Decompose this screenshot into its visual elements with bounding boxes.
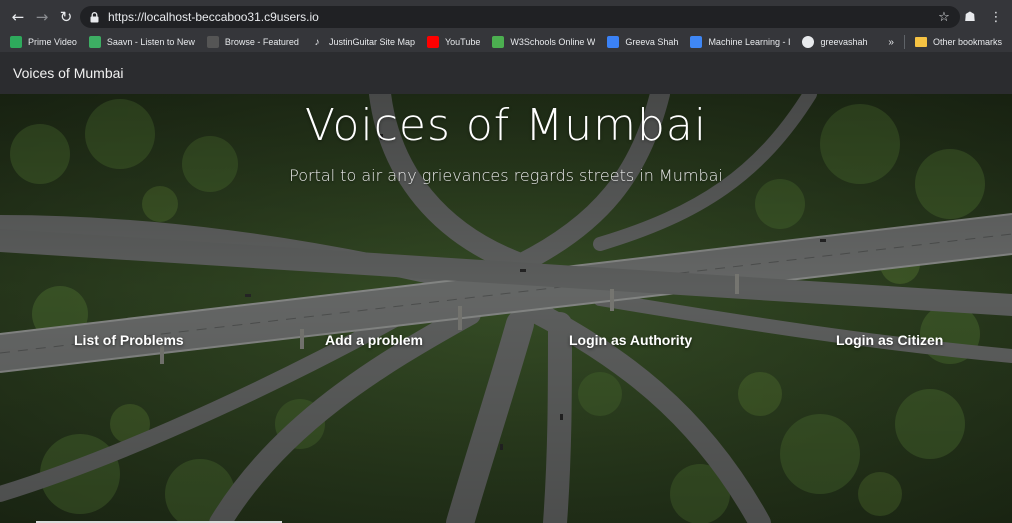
coursera-icon — [690, 36, 703, 48]
menu-dots-icon[interactable]: ⋮ — [988, 10, 1004, 25]
bookmark-label: YouTube — [444, 37, 481, 47]
justinguitar-icon: ♪ — [314, 36, 320, 48]
bookmark-label: Saavn - Listen to New — [106, 37, 195, 47]
highway-interchange-background — [0, 94, 1012, 523]
add-a-problem-link[interactable]: Add a problem — [325, 332, 423, 348]
bookmark-item[interactable]: Browse - Featured — [206, 36, 299, 48]
bookmark-item[interactable]: Saavn - Listen to New — [88, 36, 195, 48]
browse-icon — [206, 36, 219, 48]
bookmark-star-icon[interactable]: ☆ — [936, 10, 952, 25]
bookmark-label: Greeva Shah — [625, 37, 679, 47]
app-navbar: Voices of Mumbai — [0, 52, 1012, 94]
other-bookmarks[interactable]: Other bookmarks — [933, 37, 1002, 47]
forward-icon[interactable]: → — [30, 5, 54, 29]
bookmarks-overflow-icon[interactable]: » — [888, 37, 894, 48]
prime-video-icon — [10, 36, 22, 48]
bookmark-label: Machine Learning - I — [708, 37, 791, 47]
youtube-icon — [426, 36, 439, 48]
browser-chrome: ← → ↻ https://localhost-beccaboo31.c9use… — [0, 0, 1012, 52]
bookmark-label: Prime Video — [28, 37, 77, 47]
bookmark-item[interactable]: YouTube — [426, 36, 481, 48]
bookmark-item[interactable]: Greeva Shah — [607, 36, 678, 48]
lock-icon — [88, 11, 100, 23]
bookmark-item[interactable]: W3Schools Online W — [492, 36, 595, 48]
bookmark-label: Browse - Featured — [224, 37, 299, 47]
bookmark-item[interactable]: ♪ JustinGuitar Site Map — [311, 36, 415, 48]
navbar-brand[interactable]: Voices of Mumbai — [13, 65, 124, 81]
bookmark-label: greevashah — [820, 37, 868, 47]
login-as-citizen-link[interactable]: Login as Citizen — [836, 332, 943, 348]
hero-section: Voices of Mumbai Portal to air any griev… — [0, 94, 1012, 523]
w3schools-icon — [492, 36, 505, 48]
github-icon — [802, 36, 815, 48]
login-as-authority-link[interactable]: Login as Authority — [569, 332, 692, 348]
folder-icon — [914, 37, 927, 47]
address-bar-row: ← → ↻ https://localhost-beccaboo31.c9use… — [0, 4, 1012, 30]
reload-icon[interactable]: ↻ — [54, 5, 78, 29]
list-of-problems-link[interactable]: List of Problems — [74, 332, 184, 348]
hero-subtitle: Portal to air any grievances regards str… — [289, 166, 723, 185]
saavn-icon — [88, 36, 101, 48]
bookmark-label: W3Schools Online W — [510, 37, 596, 47]
bookmarks-bar: Prime Video Saavn - Listen to New Browse -… — [0, 32, 1012, 52]
bookmark-item[interactable]: Machine Learning - I — [690, 36, 790, 48]
back-icon[interactable]: ← — [6, 5, 30, 29]
hero-title: Voices of Mumbai — [304, 100, 708, 151]
bookmarks-divider — [903, 35, 905, 49]
address-bar[interactable]: https://localhost-beccaboo31.c9users.io — [80, 6, 960, 28]
greeva-icon — [607, 36, 620, 48]
bookmark-item[interactable]: Prime Video — [10, 36, 77, 48]
bookmark-label: JustinGuitar Site Map — [328, 37, 415, 47]
bookmark-item[interactable]: greevashah — [802, 36, 868, 48]
url-text: https://localhost-beccaboo31.c9users.io — [108, 10, 319, 24]
extension-icon[interactable]: ☗ — [962, 10, 978, 25]
